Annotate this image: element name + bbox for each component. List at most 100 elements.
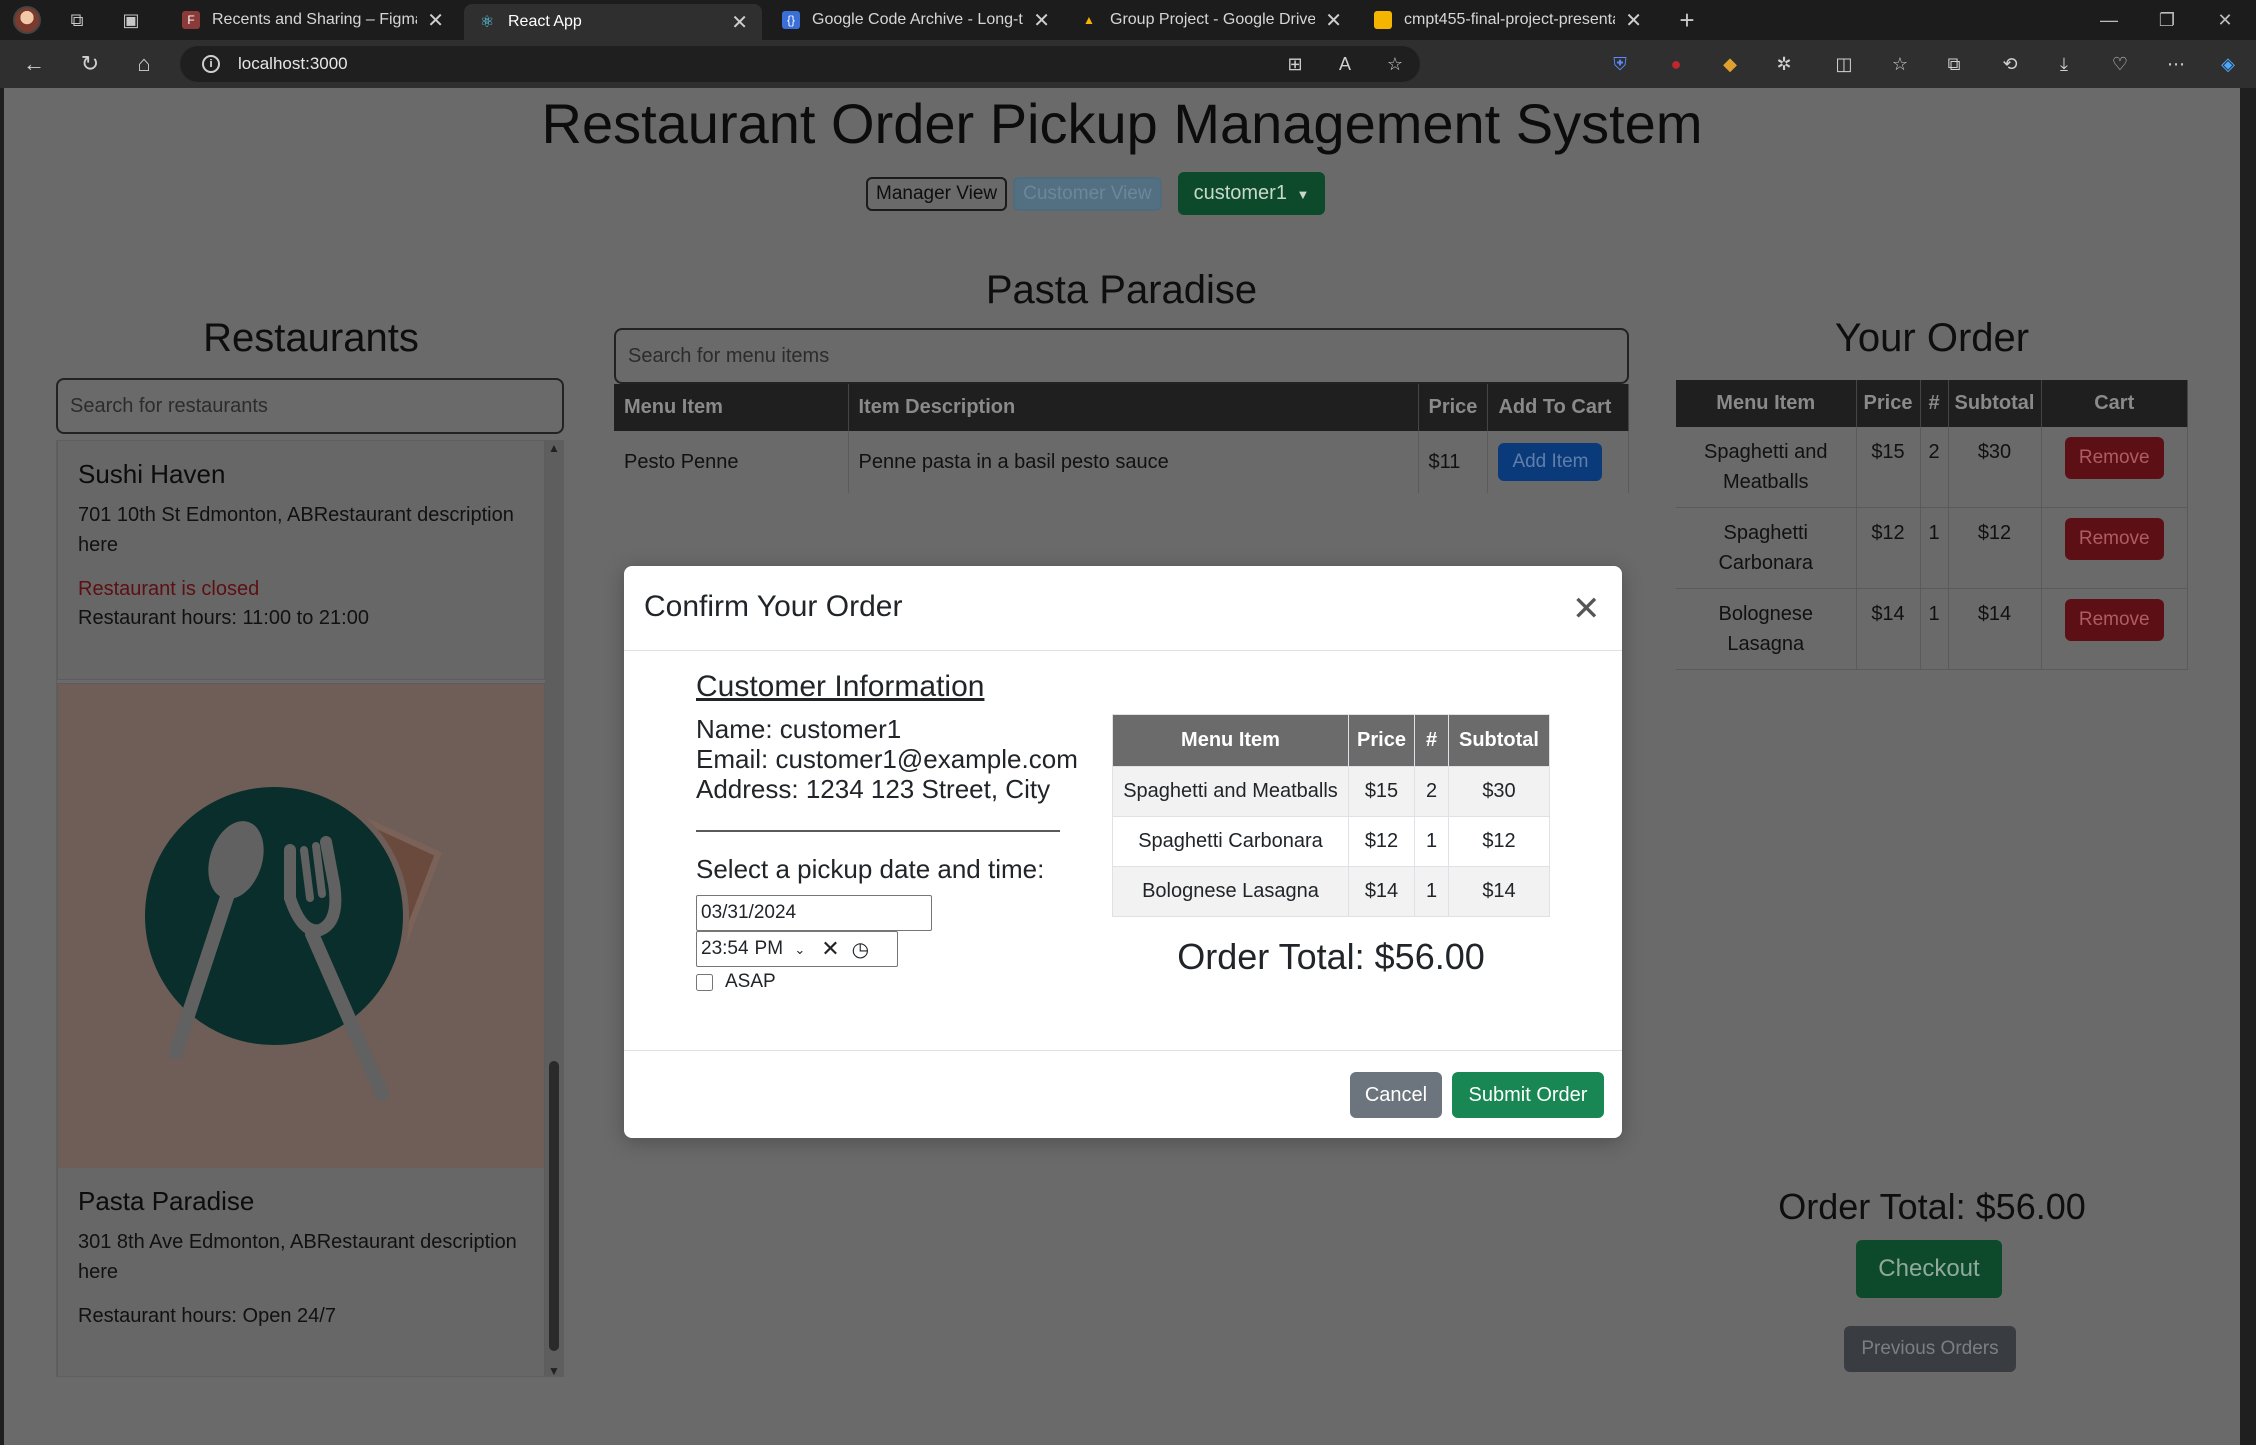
table-row: Spaghetti and Meatballs $15 2 $30 bbox=[1112, 766, 1550, 817]
clear-time-icon[interactable]: ✕ bbox=[821, 936, 839, 962]
minimize-icon[interactable]: — bbox=[2080, 0, 2138, 40]
restaurant-address: 301 8th Ave Edmonton, ABRestaurant descr… bbox=[78, 1231, 517, 1283]
order-item-qty: 1 bbox=[1920, 588, 1949, 670]
scroll-up-icon[interactable]: ▲ bbox=[548, 441, 560, 455]
ampm-select[interactable]: PM ⌄ bbox=[755, 938, 812, 960]
customer-information: Customer Information Name: customer1 Ema… bbox=[696, 670, 1096, 993]
apps-icon[interactable]: ⊞ bbox=[1270, 54, 1320, 75]
back-icon[interactable]: ← bbox=[14, 46, 54, 82]
column-header: # bbox=[1920, 380, 1949, 427]
user-dropdown[interactable]: customer1 ▼ bbox=[1177, 172, 1326, 215]
your-order-heading: Your Order bbox=[1834, 316, 2030, 360]
pickup-date-input[interactable] bbox=[696, 895, 932, 931]
restaurants-heading: Restaurants bbox=[203, 316, 419, 360]
customer-view-button[interactable]: Customer View bbox=[1013, 176, 1162, 211]
vertical-tabs-icon[interactable]: ▣ bbox=[104, 0, 158, 40]
extension-shield-icon[interactable]: ⛨ bbox=[1604, 48, 1636, 80]
order-item-subtotal: $30 bbox=[1948, 427, 2042, 508]
asap-checkbox[interactable] bbox=[696, 973, 713, 991]
favorite-star-icon[interactable]: ☆ bbox=[1370, 54, 1420, 75]
table-row: Spaghetti and Meatballs $15 2 $30 Remove bbox=[1676, 427, 2188, 508]
more-menu-icon[interactable]: ⋯ bbox=[2160, 48, 2192, 80]
submit-order-button[interactable]: Submit Order bbox=[1452, 1072, 1604, 1118]
restaurant-search-input[interactable] bbox=[56, 378, 564, 434]
tab-slides[interactable]: cmpt455-final-project-presentation ✕ bbox=[1360, 4, 1656, 36]
collections-icon[interactable]: ⧉ bbox=[1938, 48, 1970, 80]
close-tab-icon[interactable]: ✕ bbox=[1625, 8, 1642, 33]
asap-option: ASAP bbox=[696, 971, 1096, 993]
order-table: Menu Item Price # Subtotal Cart Spaghett… bbox=[1676, 380, 2188, 670]
restaurant-hours: Restaurant hours: Open 24/7 bbox=[78, 1305, 336, 1327]
performance-icon[interactable]: ♡ bbox=[2104, 48, 2136, 80]
scroll-down-icon[interactable]: ▼ bbox=[548, 1364, 560, 1376]
workspaces-icon[interactable]: ⧉ bbox=[50, 0, 104, 40]
remove-item-button[interactable]: Remove bbox=[2064, 599, 2164, 641]
asap-label: ASAP bbox=[725, 971, 776, 992]
tab-figma[interactable]: F Recents and Sharing – Figma ✕ bbox=[168, 4, 458, 36]
close-icon[interactable]: ✕ bbox=[1566, 588, 1606, 628]
history-icon[interactable]: ⟲ bbox=[1994, 48, 2026, 80]
page-title: Restaurant Order Pickup Management Syste… bbox=[541, 92, 1703, 155]
previous-orders-button[interactable]: Previous Orders bbox=[1844, 1326, 2016, 1372]
cancel-button[interactable]: Cancel bbox=[1350, 1072, 1442, 1118]
remove-item-button[interactable]: Remove bbox=[2064, 437, 2164, 479]
column-header: Price bbox=[1418, 384, 1489, 431]
copilot-icon[interactable]: ◈ bbox=[2212, 48, 2244, 80]
menu-item-description: Penne pasta in a basil pesto sauce bbox=[848, 431, 1419, 493]
close-tab-icon[interactable]: ✕ bbox=[1033, 8, 1050, 33]
new-tab-icon[interactable]: + bbox=[1660, 0, 1714, 40]
split-screen-icon[interactable]: ◫ bbox=[1828, 48, 1860, 80]
window-close-icon[interactable]: ✕ bbox=[2196, 0, 2254, 40]
summary-item-price: $12 bbox=[1348, 816, 1415, 867]
customer-email: Email: customer1@example.com bbox=[696, 744, 1078, 774]
extensions-puzzle-icon[interactable]: ✲ bbox=[1768, 48, 1800, 80]
pickup-time-input[interactable]: 23:54 PM ⌄ ✕ ◷ bbox=[696, 931, 898, 967]
checkout-button[interactable]: Checkout bbox=[1856, 1240, 2002, 1298]
modal-title: Confirm Your Order bbox=[644, 590, 903, 623]
table-row: Spaghetti Carbonara $12 1 $12 Remove bbox=[1676, 507, 2188, 589]
menu-item-price: $11 bbox=[1418, 431, 1489, 493]
refresh-icon[interactable]: ↻ bbox=[70, 46, 110, 82]
tab-react-app[interactable]: ⚛ React App ✕ bbox=[464, 4, 762, 40]
column-header: Price bbox=[1348, 714, 1415, 767]
divider bbox=[696, 830, 1060, 832]
close-tab-icon[interactable]: ✕ bbox=[1325, 8, 1342, 33]
google-code-icon: {} bbox=[782, 11, 800, 29]
column-header: Menu Item bbox=[1676, 380, 1857, 427]
menu-search-input[interactable] bbox=[614, 328, 1629, 384]
restaurant-list-scrollbar[interactable]: ▲ ▼ bbox=[545, 441, 563, 1376]
column-header: Price bbox=[1856, 380, 1921, 427]
modal-order-total: Order Total: $56.00 bbox=[1177, 936, 1485, 977]
order-item-qty: 2 bbox=[1920, 427, 1949, 508]
time-value: 23:54 bbox=[701, 938, 749, 959]
extension-badge-icon[interactable]: ◆ bbox=[1714, 48, 1746, 80]
tab-google-drive[interactable]: ▲ Group Project - Google Drive ✕ bbox=[1066, 4, 1356, 36]
clock-icon[interactable]: ◷ bbox=[852, 937, 869, 962]
downloads-icon[interactable]: ⤓ bbox=[2048, 48, 2080, 80]
add-item-button[interactable]: Add Item bbox=[1498, 443, 1603, 481]
column-header: Subtotal bbox=[1948, 380, 2042, 427]
modal-footer: Cancel Submit Order bbox=[624, 1050, 1622, 1138]
address-bar[interactable]: i localhost:3000 ⊞ A ☆ bbox=[180, 46, 1420, 82]
summary-item-qty: 1 bbox=[1414, 866, 1449, 917]
read-aloud-icon[interactable]: A bbox=[1320, 54, 1370, 75]
profile-avatar[interactable] bbox=[0, 0, 54, 40]
restaurant-card[interactable]: Pasta Paradise 301 8th Ave Edmonton, ABR… bbox=[57, 683, 545, 1376]
home-icon[interactable]: ⌂ bbox=[124, 46, 164, 82]
restore-icon[interactable]: ❐ bbox=[2138, 0, 2196, 40]
close-tab-icon[interactable]: ✕ bbox=[731, 10, 748, 35]
extension-ublock-icon[interactable]: ● bbox=[1660, 48, 1692, 80]
site-info-icon[interactable]: i bbox=[202, 55, 220, 73]
tab-google-code[interactable]: {} Google Code Archive - Long-term ✕ bbox=[768, 4, 1064, 36]
column-header: Cart bbox=[2041, 380, 2188, 427]
table-row: Spaghetti Carbonara $12 1 $12 bbox=[1112, 816, 1550, 867]
favorites-icon[interactable]: ☆ bbox=[1884, 48, 1916, 80]
order-summary-table: Menu Item Price # Subtotal Spaghetti and… bbox=[1112, 714, 1550, 917]
manager-view-button[interactable]: Manager View bbox=[866, 176, 1008, 211]
scrollbar-thumb[interactable] bbox=[549, 1061, 559, 1351]
restaurant-card[interactable]: Sushi Haven 701 10th St Edmonton, ABRest… bbox=[57, 441, 545, 680]
remove-item-button[interactable]: Remove bbox=[2064, 518, 2164, 560]
menu-restaurant-title: Pasta Paradise bbox=[985, 268, 1258, 312]
close-tab-icon[interactable]: ✕ bbox=[427, 8, 444, 33]
table-row: Pesto Penne Penne pasta in a basil pesto… bbox=[614, 431, 1629, 493]
